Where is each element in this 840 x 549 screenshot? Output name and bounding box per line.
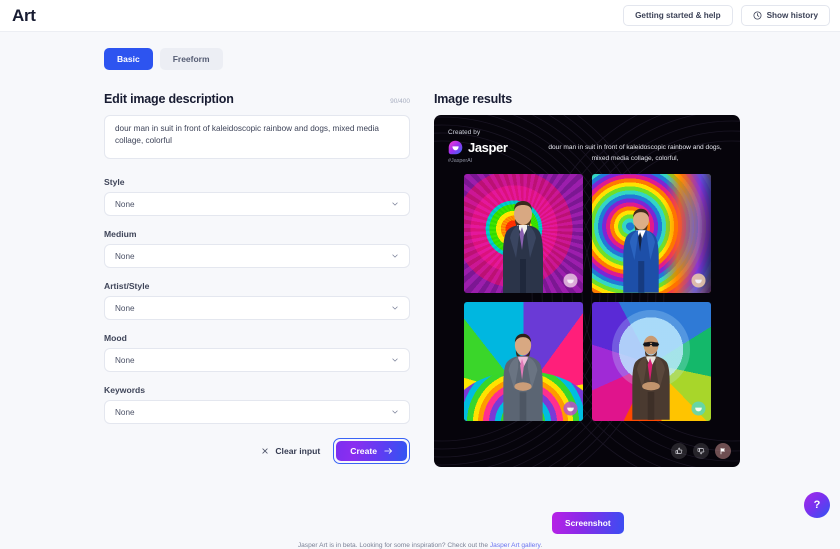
medium-select[interactable]: None [104, 244, 410, 268]
result-caption: dour man in suit in front of kaleidoscop… [548, 144, 722, 162]
getting-started-help-button[interactable]: Getting started & help [623, 5, 733, 26]
jasper-wordmark: Jasper [468, 140, 508, 155]
tab-basic[interactable]: Basic [104, 48, 153, 70]
results-header: Image results [434, 92, 740, 106]
jasper-logo-icon [448, 140, 463, 155]
keywords-select-value: None [115, 407, 135, 417]
show-history-button[interactable]: Show history [740, 5, 830, 26]
artist-style-select[interactable]: None [104, 296, 410, 320]
result-image-1[interactable] [463, 173, 583, 293]
mood-select[interactable]: None [104, 348, 410, 372]
image-grid [434, 173, 740, 421]
show-history-label: Show history [766, 11, 818, 20]
top-bar-actions: Getting started & help Show history [623, 5, 830, 26]
page-body: Basic Freeform Edit image description 90… [0, 32, 840, 549]
jasper-art-gallery-link[interactable]: Jasper Art gallery [490, 542, 540, 549]
field-style-label: Style [104, 177, 125, 187]
create-button[interactable]: Create [336, 441, 407, 461]
feedback-buttons [671, 443, 731, 459]
content-columns: Edit image description 90/400 dour man i… [0, 92, 840, 467]
tab-freeform[interactable]: Freeform [159, 48, 223, 70]
result-image-2[interactable] [591, 173, 711, 293]
field-medium: Medium None [104, 229, 410, 268]
result-image-4[interactable] [591, 301, 711, 421]
results-canvas: Created by Jasper #JasperAI dour man in … [434, 115, 740, 467]
figure-3 [503, 333, 543, 421]
create-button-label: Create [350, 446, 377, 456]
jasper-hashtag: #JasperAI [448, 158, 473, 164]
create-button-focus-ring: Create [333, 438, 410, 464]
help-button[interactable]: ? [804, 492, 830, 518]
figure-2 [623, 208, 660, 293]
mode-tabs: Basic Freeform [104, 48, 840, 70]
brand-row: Jasper [448, 140, 534, 155]
figure-4 [632, 335, 670, 420]
app-title: Art [12, 5, 36, 25]
chevron-down-icon [392, 358, 398, 362]
figure-1 [503, 200, 543, 293]
arrow-right-icon [384, 448, 393, 454]
field-artist-style: Artist/Style None [104, 281, 410, 320]
tab-freeform-label: Freeform [172, 54, 210, 64]
jasper-watermark-icon [690, 401, 706, 416]
image-results-panel: Image results Created by Jasper #JasperA… [434, 92, 740, 467]
field-keywords: Keywords None [104, 385, 410, 424]
style-select[interactable]: None [104, 192, 410, 216]
top-bar: Art Getting started & help Show history [0, 0, 840, 32]
editor-title: Edit image description [104, 92, 234, 106]
keywords-select[interactable]: None [104, 400, 410, 424]
field-keywords-label: Keywords [104, 385, 146, 395]
edit-image-description-panel: Edit image description 90/400 dour man i… [104, 92, 410, 467]
footer-text-after: . [540, 542, 543, 549]
prompt-input[interactable]: dour man in suit in front of kaleidoscop… [104, 115, 410, 159]
thumbs-down-button[interactable] [693, 443, 709, 459]
form-actions: Clear input Create [104, 438, 410, 464]
footer-note: Jasper Art is in beta. Looking for some … [0, 542, 840, 549]
results-title: Image results [434, 92, 512, 106]
flag-icon [720, 447, 725, 455]
created-by-label: Created by [448, 129, 481, 136]
clear-input-label: Clear input [275, 446, 321, 456]
tab-basic-label: Basic [117, 54, 140, 64]
field-artist-style-label: Artist/Style [104, 281, 150, 291]
editor-header: Edit image description 90/400 [104, 92, 410, 106]
flag-button[interactable] [715, 443, 731, 459]
footer-text-before: Jasper Art is in beta. Looking for some … [297, 542, 490, 549]
medium-select-value: None [115, 251, 135, 261]
jasper-watermark-icon [562, 401, 578, 416]
thumbs-up-icon [675, 447, 683, 454]
character-counter: 90/400 [390, 98, 410, 105]
jasper-watermark-icon [562, 273, 578, 288]
close-icon [262, 448, 268, 454]
jasper-watermark-icon [690, 273, 706, 288]
style-select-value: None [115, 199, 135, 209]
field-mood-label: Mood [104, 333, 127, 343]
artist-style-select-value: None [115, 303, 135, 313]
thumbs-down-icon [697, 448, 705, 455]
field-medium-label: Medium [104, 229, 137, 239]
chevron-down-icon [392, 306, 398, 310]
field-style: Style None [104, 177, 410, 216]
screenshot-button[interactable]: Screenshot [552, 512, 624, 534]
chevron-down-icon [392, 254, 398, 258]
jasper-brand: Created by Jasper #JasperAI [448, 129, 534, 165]
chevron-down-icon [392, 410, 398, 414]
chevron-down-icon [392, 202, 398, 206]
result-image-3[interactable] [463, 301, 583, 421]
results-branding: Created by Jasper #JasperAI dour man in … [434, 115, 740, 165]
mood-select-value: None [115, 355, 135, 365]
getting-started-help-label: Getting started & help [635, 11, 721, 20]
clock-icon [753, 11, 762, 20]
clear-input-button[interactable]: Clear input [257, 441, 324, 461]
thumbs-up-button[interactable] [671, 443, 687, 459]
field-mood: Mood None [104, 333, 410, 372]
